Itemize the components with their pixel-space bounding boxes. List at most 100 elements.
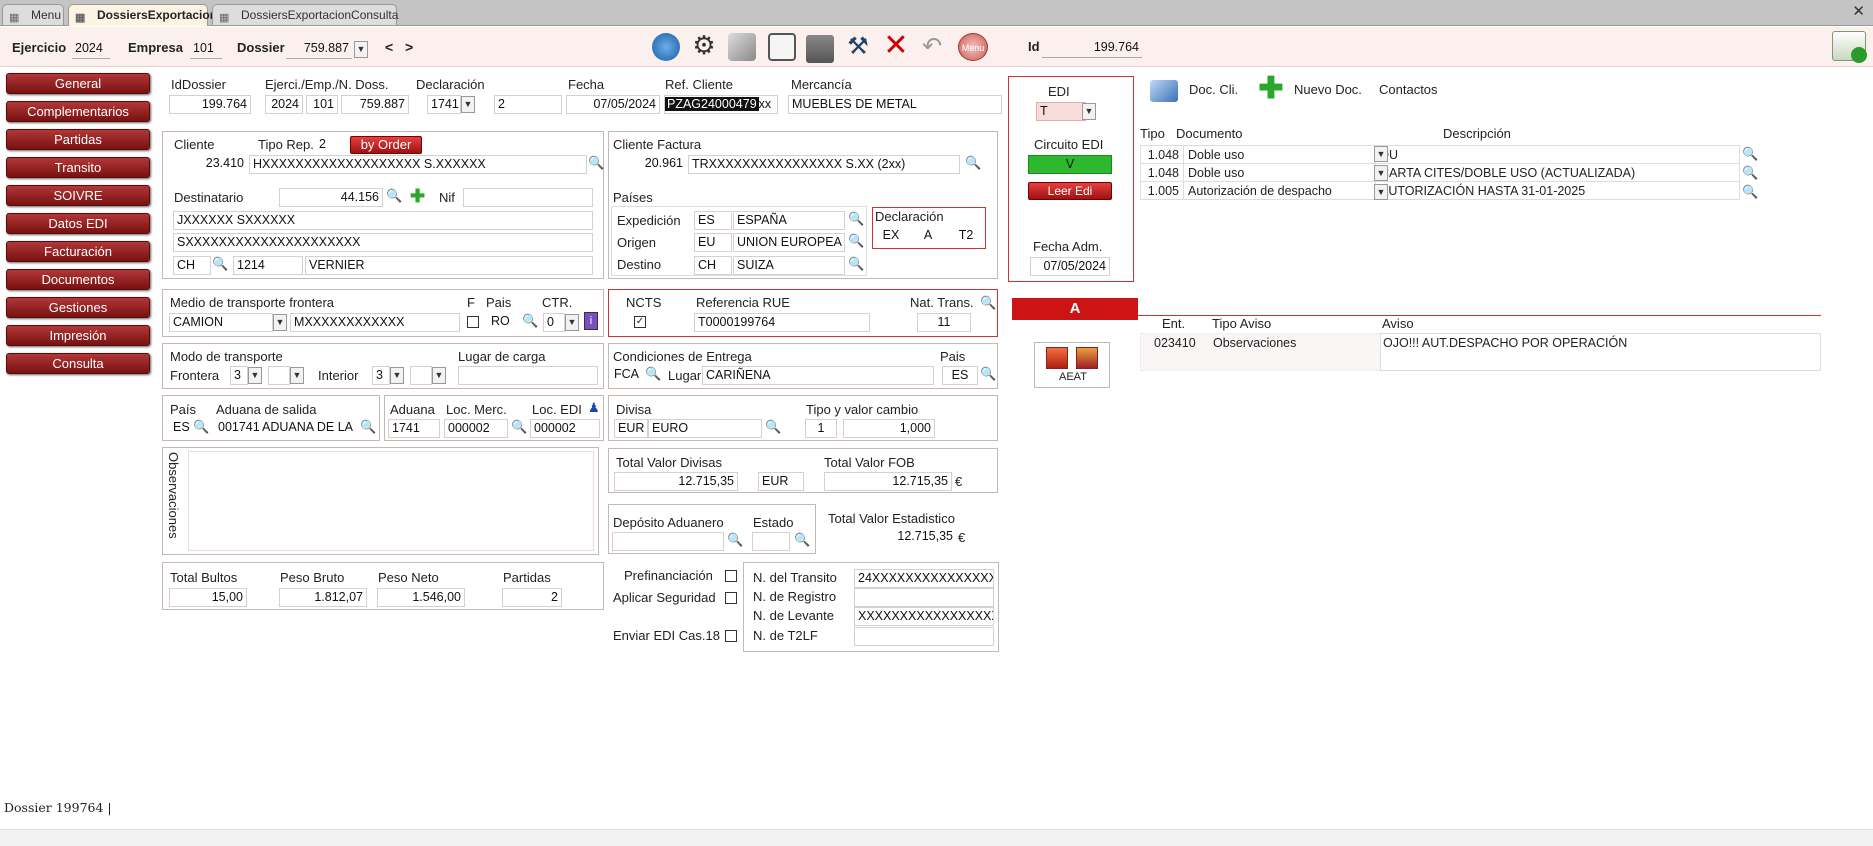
close-icon[interactable]: ✕ (1852, 2, 1865, 20)
declaracion-dropdown[interactable]: ▼ (461, 96, 475, 113)
nif-field[interactable] (463, 188, 593, 207)
total-bultos-field[interactable]: 15,00 (169, 588, 247, 607)
nav-partidas[interactable]: Partidas (6, 129, 150, 150)
nav-transito[interactable]: Transito (6, 157, 150, 178)
search-icon[interactable]: 🔍 (727, 533, 743, 547)
lugar-field[interactable]: CARIÑENA (702, 366, 934, 385)
origen-code-field[interactable]: EU (694, 233, 732, 252)
aeat-receive-icon[interactable] (1076, 347, 1098, 369)
prev-button[interactable]: < (385, 39, 393, 55)
search-icon[interactable]: 🔍 (965, 156, 981, 170)
matricula-field[interactable]: MXXXXXXXXXXXX (290, 313, 460, 332)
entrega-code-field[interactable]: FCA (611, 366, 643, 385)
tab-dossiers-exportacion-consulta[interactable]: ▦ DossiersExportacionConsulta (212, 4, 398, 25)
deposito-field[interactable] (612, 532, 724, 551)
frontera-dropdown[interactable]: ▼ (248, 367, 262, 384)
search-icon[interactable]: 🔍 (794, 533, 810, 547)
ntransito-field[interactable]: 24XXXXXXXXXXXXXXXXXX (854, 569, 994, 588)
email-icon[interactable] (652, 33, 680, 61)
nav-impresion[interactable]: Impresión (6, 325, 150, 346)
table-row[interactable]: 1.048 Doble uso CARTA CITES/DOBLE USO (ACT… (1140, 163, 1740, 182)
destino-code-field[interactable]: CH (694, 256, 732, 275)
interior-dropdown[interactable]: ▼ (390, 367, 404, 384)
destinatario-code-field[interactable]: 44.156 (279, 188, 383, 207)
frontera-extra-dropdown[interactable]: ▼ (290, 367, 304, 384)
lugar-carga-field[interactable] (458, 366, 598, 385)
observaciones-textarea[interactable] (188, 451, 594, 551)
destinatario-line2-field[interactable]: SXXXXXXXXXXXXXXXXXXXXX (173, 233, 593, 252)
ndoss-field[interactable]: 759.887 (341, 95, 409, 114)
delete-icon[interactable]: ✕ (882, 31, 910, 61)
nuevo-doc-button[interactable]: Nuevo Doc. (1294, 82, 1362, 97)
search-icon[interactable]: 🔍 (360, 420, 376, 434)
search-icon[interactable]: 🔍 (212, 257, 228, 271)
docs-row-dropdown[interactable]: ▼ (1374, 184, 1388, 200)
edi-field[interactable]: T (1036, 102, 1086, 121)
dossier-dropdown[interactable]: ▼ (354, 41, 368, 58)
search-icon[interactable]: 🔍 (1742, 185, 1758, 199)
aduana-field[interactable]: 1741 (388, 419, 440, 438)
destinatario-country-field[interactable]: CH (173, 256, 211, 275)
search-icon[interactable]: 🔍 (386, 189, 402, 203)
table-row[interactable]: 1.048 Doble uso DU (1140, 145, 1740, 164)
person-icon[interactable]: ♟ (588, 400, 602, 416)
estado-field[interactable] (752, 532, 790, 551)
enviar-edi-checkbox[interactable] (725, 630, 737, 642)
search-icon[interactable]: 🔍 (848, 257, 864, 271)
edi-dropdown[interactable]: ▼ (1082, 103, 1096, 120)
docs-row-dropdown[interactable]: ▼ (1374, 165, 1388, 181)
search-icon[interactable]: 🔍 (1742, 147, 1758, 161)
ctr-field[interactable]: 0 (543, 313, 565, 332)
search-icon[interactable]: 🔍 (1742, 166, 1758, 180)
docs-row-dropdown[interactable]: ▼ (1374, 146, 1388, 162)
settings-gear-icon[interactable]: ⚙ (690, 31, 718, 59)
transporte-pais-field[interactable]: RO (488, 313, 520, 332)
divisa-code-field[interactable]: EUR (614, 419, 648, 438)
nav-documentos[interactable]: Documentos (6, 269, 150, 290)
referencia-rue-field[interactable]: T0000199764 (694, 313, 870, 332)
ejerci-field[interactable]: 2024 (265, 95, 303, 114)
nlevante-field[interactable]: XXXXXXXXXXXXXXXXXXX (854, 607, 994, 626)
expedicion-code-field[interactable]: ES (694, 211, 732, 230)
fecha-field[interactable]: 07/05/2024 (566, 95, 660, 114)
search-icon[interactable]: 🔍 (980, 367, 996, 381)
leer-edi-button[interactable]: Leer Edi (1028, 182, 1112, 200)
add-destinatario-icon[interactable]: ✚ (410, 186, 425, 207)
aduana-salida-code-field[interactable]: 001741 (215, 419, 259, 438)
menu-icon[interactable]: Menu (958, 33, 988, 61)
search-icon[interactable]: 🔍 (848, 212, 864, 226)
dossier-field[interactable]: 759.887 (286, 40, 352, 59)
search-icon[interactable]: 🔍 (511, 420, 527, 434)
nt2lf-field[interactable] (854, 627, 994, 646)
prefinanciacion-checkbox[interactable] (725, 570, 737, 582)
search-icon[interactable]: 🔍 (765, 420, 781, 434)
undo-icon[interactable]: ↶ (918, 33, 946, 61)
clipboard-icon[interactable] (768, 33, 796, 61)
add-doc-icon[interactable]: ✚ (1258, 74, 1284, 104)
add-folder-icon[interactable] (806, 35, 834, 63)
valor-cambio-field[interactable]: 1,000 (843, 419, 935, 438)
nav-complementarios[interactable]: Complementarios (6, 101, 150, 122)
doc-cli-button[interactable]: Doc. Cli. (1189, 82, 1238, 97)
medio-dropdown[interactable]: ▼ (273, 314, 287, 331)
search-icon[interactable]: 🔍 (193, 420, 209, 434)
search-icon[interactable]: 🔍 (522, 314, 538, 328)
tab-menu[interactable]: ▦ Menu (2, 4, 64, 25)
destinatario-city-field[interactable]: VERNIER (305, 256, 593, 275)
aeat-send-icon[interactable] (1046, 347, 1068, 369)
search-icon[interactable]: 🔍 (645, 367, 661, 381)
nregistro-field[interactable] (854, 588, 994, 607)
nav-general[interactable]: General (6, 73, 150, 94)
nav-datos-edi[interactable]: Datos EDI (6, 213, 150, 234)
empresa-field[interactable]: 101 (190, 40, 222, 59)
nav-gestiones[interactable]: Gestiones (6, 297, 150, 318)
nav-facturacion[interactable]: Facturación (6, 241, 150, 262)
nav-consulta[interactable]: Consulta (6, 353, 150, 374)
table-row[interactable]: 1.005 Autorización de despacho AUTORIZACIÓ… (1140, 181, 1740, 200)
cliente-code-field[interactable]: 23.410 (173, 155, 247, 174)
ncts-checkbox[interactable]: ✓ (634, 316, 646, 328)
aplicar-seguridad-checkbox[interactable] (725, 592, 737, 604)
info-icon[interactable]: i (584, 312, 598, 330)
interior-field[interactable]: 3 (372, 366, 390, 385)
nav-soivre[interactable]: SOIVRE (6, 185, 150, 206)
